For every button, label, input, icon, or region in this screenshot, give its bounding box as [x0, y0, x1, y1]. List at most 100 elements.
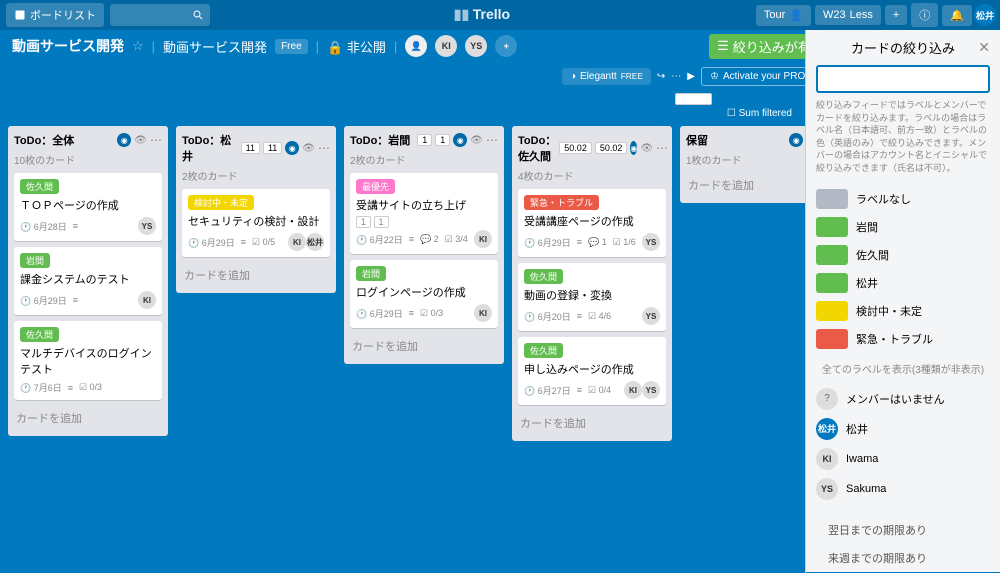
- label-name: 緊急・トラブル: [856, 331, 933, 347]
- list-title: ToDo：岩間: [350, 132, 414, 148]
- list-badge: 1: [417, 134, 432, 146]
- elegantt-button[interactable]: ◑ Elegantt FREE: [562, 68, 651, 85]
- filter-input[interactable]: [816, 65, 990, 93]
- team-name[interactable]: 動画サービス開発: [163, 37, 267, 56]
- add-card[interactable]: カードを追加: [518, 411, 666, 435]
- member-avatar[interactable]: 👤: [405, 35, 427, 57]
- card[interactable]: 最優先受講サイトの立ち上げ1 1🕐 6月22日≡💬 2☑ 3/4KI: [350, 173, 498, 254]
- list-count: 10枚のカード: [14, 152, 162, 167]
- card[interactable]: 佐久間ＴＯＰページの作成🕐 6月28日≡YS: [14, 173, 162, 241]
- info-button[interactable]: ⓘ: [911, 3, 938, 27]
- w23-button[interactable]: W23 Less: [815, 5, 881, 25]
- watch-icon[interactable]: 👁: [302, 143, 315, 154]
- due-filter-row[interactable]: 翌日までの期限あり: [816, 516, 990, 544]
- label-filter-row[interactable]: 緊急・トラブル: [816, 325, 990, 353]
- add-member[interactable]: +: [495, 35, 517, 57]
- desc-icon: ≡: [241, 237, 246, 247]
- member-filter-row[interactable]: KIIwama: [816, 444, 990, 474]
- clock-icon: 🕐 6月29日: [524, 236, 571, 249]
- checklist-icon: ☑ 0/3: [420, 308, 443, 319]
- star-icon[interactable]: ☆: [132, 38, 144, 54]
- add-card[interactable]: カードを追加: [14, 406, 162, 430]
- list-badge: 50.02: [595, 142, 628, 154]
- card[interactable]: 緊急・トラブル受講講座ページの作成🕐 6月29日≡💬 1☑ 1/6YS: [518, 189, 666, 257]
- list-icon[interactable]: ◉: [285, 141, 299, 155]
- sum-filtered: ☐ Sum filtered: [727, 108, 792, 119]
- desc-icon: ≡: [409, 234, 414, 244]
- member-filter-row[interactable]: YSSakuma: [816, 474, 990, 504]
- label-name: 佐久間: [856, 247, 889, 263]
- card[interactable]: 佐久間マルチデバイスのログインテスト🕐 7月6日≡☑ 0/3: [14, 321, 162, 400]
- list-menu[interactable]: ⋯: [656, 141, 668, 155]
- user-avatar[interactable]: 松井: [974, 4, 996, 26]
- add-card[interactable]: カードを追加: [350, 334, 498, 358]
- watch-icon[interactable]: 👁: [470, 135, 483, 146]
- label-name: 松井: [856, 275, 878, 291]
- clock-icon: 🕐 6月29日: [20, 294, 67, 307]
- more-icon[interactable]: ⋯: [671, 71, 681, 82]
- close-icon[interactable]: ✕: [978, 39, 990, 56]
- card-title: 受講講座ページの作成: [524, 213, 660, 229]
- no-member-row[interactable]: ?メンバーはいません: [816, 384, 990, 414]
- label-filter-row[interactable]: 岩間: [816, 213, 990, 241]
- member-avatar[interactable]: KI: [435, 35, 457, 57]
- notif-button[interactable]: 🔔: [942, 5, 972, 26]
- label-filter-row[interactable]: 佐久間: [816, 241, 990, 269]
- private-toggle[interactable]: 🔒 非公開: [327, 37, 386, 56]
- card[interactable]: 佐久間動画の登録・変換🕐 6月20日≡☑ 4/6YS: [518, 263, 666, 331]
- label-name: ラベルなし: [856, 191, 911, 207]
- list-badge: 11: [263, 142, 282, 154]
- clock-icon: 🕐 6月20日: [524, 310, 571, 323]
- label-swatch: [816, 245, 848, 265]
- member-filter-row[interactable]: 松井松井: [816, 414, 990, 444]
- card[interactable]: 佐久間申し込みページの作成🕐 6月27日≡☑ 0/4KIYS: [518, 337, 666, 405]
- watch-icon[interactable]: 👁: [134, 135, 147, 146]
- card[interactable]: 岩間ログインページの作成🕐 6月29日≡☑ 0/3KI: [350, 260, 498, 328]
- chevron-right-icon[interactable]: ▶: [687, 71, 695, 82]
- card-member[interactable]: KI: [624, 381, 642, 399]
- list-menu[interactable]: ⋯: [486, 133, 498, 147]
- card[interactable]: 岩間課金システムのテスト🕐 6月29日≡KI: [14, 247, 162, 315]
- list-menu[interactable]: ⋯: [318, 141, 330, 155]
- label-filter-row[interactable]: ラベルなし: [816, 185, 990, 213]
- card-member[interactable]: YS: [642, 381, 660, 399]
- card-member[interactable]: KI: [474, 304, 492, 322]
- label-filter-row[interactable]: 松井: [816, 269, 990, 297]
- watch-icon[interactable]: 👁: [640, 143, 653, 154]
- label-filter-row[interactable]: 検討中・未定: [816, 297, 990, 325]
- add-button[interactable]: +: [885, 5, 907, 25]
- card-member[interactable]: 松井: [306, 233, 324, 251]
- card-title: ログインページの作成: [356, 284, 492, 300]
- card-member[interactable]: KI: [288, 233, 306, 251]
- card-label: 佐久間: [524, 343, 563, 358]
- add-card[interactable]: カードを追加: [182, 263, 330, 287]
- card[interactable]: 検討中・未定セキュリティの検討・設計🕐 6月29日≡☑ 0/5KI松井: [182, 189, 330, 257]
- list-icon[interactable]: ◉: [453, 133, 467, 147]
- due-filter-row[interactable]: 来週までの期限あり: [816, 544, 990, 572]
- search-input[interactable]: [110, 4, 210, 26]
- list-icon[interactable]: ◉: [630, 141, 637, 155]
- label-swatch: [816, 189, 848, 209]
- card-label: 緊急・トラブル: [524, 195, 599, 210]
- card-member[interactable]: YS: [642, 233, 660, 251]
- card-member[interactable]: KI: [138, 291, 156, 309]
- card-member[interactable]: YS: [642, 307, 660, 325]
- card-member[interactable]: YS: [138, 217, 156, 235]
- card-member[interactable]: KI: [474, 230, 492, 248]
- card-label: 検討中・未定: [188, 195, 254, 210]
- show-all-labels[interactable]: 全てのラベルを表示(3種類が非表示): [816, 353, 990, 384]
- list-badge: 1: [435, 134, 450, 146]
- share-icon[interactable]: ↪: [657, 71, 665, 82]
- checklist-icon: ☑ 1/6: [613, 237, 636, 248]
- list-icon[interactable]: ◉: [117, 133, 131, 147]
- member-avatar[interactable]: YS: [465, 35, 487, 57]
- card-title: 課金システムのテスト: [20, 271, 156, 287]
- list-icon[interactable]: ◉: [789, 133, 803, 147]
- tour-button[interactable]: Tour 👤: [756, 5, 811, 26]
- list-menu[interactable]: ⋯: [150, 133, 162, 147]
- member-name: 松井: [846, 421, 868, 437]
- boards-button[interactable]: ボードリスト: [6, 3, 104, 27]
- label-swatch: [816, 329, 848, 349]
- card-label: 佐久間: [20, 327, 59, 342]
- list-title: ToDo：松井: [182, 132, 238, 164]
